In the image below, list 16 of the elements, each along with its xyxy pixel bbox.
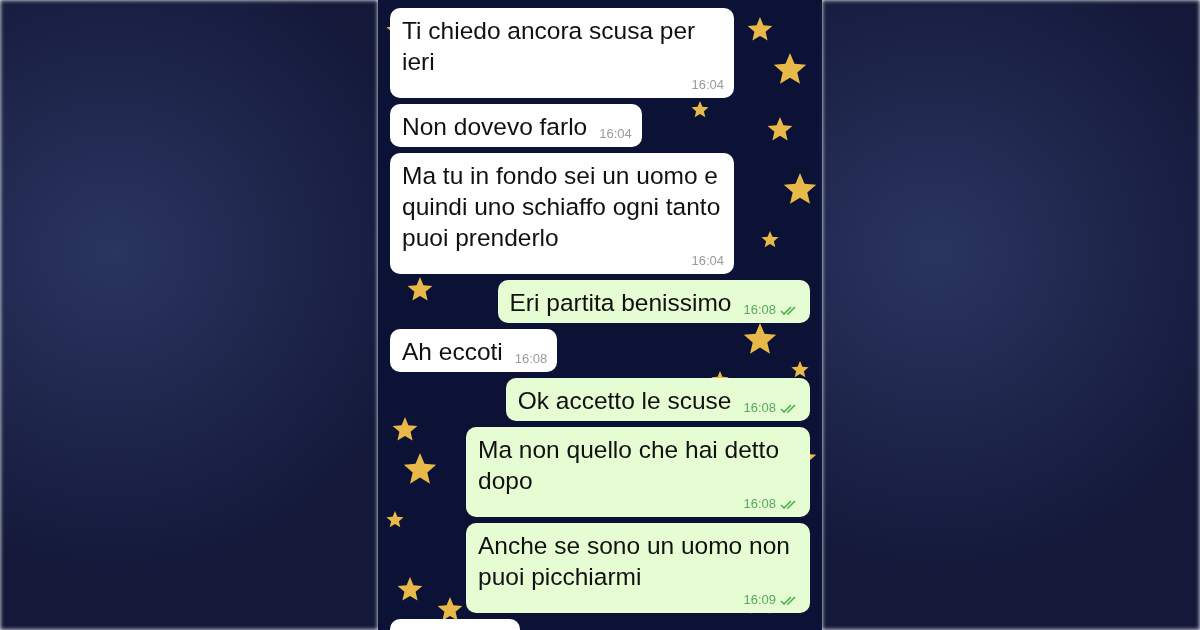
message-text: Ma non quello che hai detto dopo — [478, 435, 781, 496]
message-text: Eri partita benissimo — [509, 288, 732, 318]
message-text: Ti chiedo ancora scusa per ieri — [402, 16, 697, 77]
message-time: 16:08 — [514, 351, 548, 367]
message-time: 16:04 — [691, 77, 724, 93]
message-time: 16:04 — [599, 126, 632, 142]
message-text: Ma tu in fondo sei un uomo e quindi uno schiaffo ogni tanto puoi prenderlo — [402, 161, 722, 253]
message-text: Non dovevo farlo — [402, 112, 588, 142]
message-time: 16:08 — [743, 302, 776, 318]
message-time: 16:08 — [743, 496, 776, 512]
message-text: Anche se sono un uomo non puoi picchiarmi — [478, 531, 791, 592]
message-text: Ok accetto le scuse — [517, 386, 732, 416]
message-time: 16:09 — [743, 592, 776, 608]
message-time: 16:08 — [743, 400, 776, 416]
message-time: 16:04 — [691, 253, 724, 269]
message-text: Ah eccoti — [402, 337, 503, 367]
